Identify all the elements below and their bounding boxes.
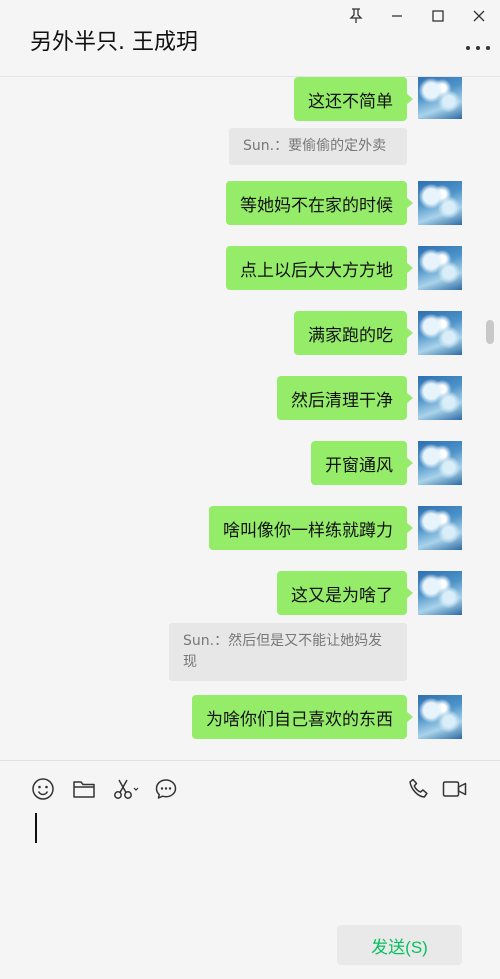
pin-icon[interactable]: [345, 5, 367, 27]
message-list[interactable]: 这还不简单 Sun.：要偷偷的定外卖 等她妈不在家的时候 点上以后大大方方地 满…: [0, 77, 500, 760]
avatar[interactable]: [418, 506, 462, 550]
message-bubble[interactable]: 这还不简单: [294, 77, 413, 121]
avatar[interactable]: [418, 77, 462, 119]
avatar[interactable]: [418, 246, 462, 290]
message-text: 啥叫像你一样练就蹲力: [223, 520, 393, 541]
composer: 发送(S): [0, 760, 500, 979]
quoted-message[interactable]: Sun.：要偷偷的定外卖: [229, 128, 407, 165]
chat-title: 另外半只. 王成玥: [30, 30, 198, 55]
message-bubble[interactable]: 等她妈不在家的时候: [226, 181, 413, 225]
emoji-icon[interactable]: [31, 777, 55, 801]
more-options-icon[interactable]: [466, 38, 490, 58]
message-bubble[interactable]: 然后清理干净: [277, 376, 413, 420]
text-caret: [35, 813, 37, 843]
send-button[interactable]: 发送(S): [337, 925, 462, 965]
voice-call-icon[interactable]: [407, 777, 431, 801]
message-text: 满家跑的吃: [308, 325, 393, 346]
avatar[interactable]: [418, 311, 462, 355]
message-text: 这又是为啥了: [291, 585, 393, 606]
avatar[interactable]: [418, 695, 462, 739]
message-bubble[interactable]: 啥叫像你一样练就蹲力: [209, 506, 413, 550]
message-bubble[interactable]: 这又是为啥了: [277, 571, 413, 615]
message-bubble[interactable]: 点上以后大大方方地: [226, 246, 413, 290]
message-bubble[interactable]: 满家跑的吃: [294, 311, 413, 355]
message-text: 这还不简单: [308, 91, 393, 112]
avatar[interactable]: [418, 376, 462, 420]
chat-header: 另外半只. 王成玥: [0, 0, 500, 77]
message-bubble[interactable]: 为啥你们自己喜欢的东西: [192, 695, 413, 739]
message-bubble[interactable]: 开窗通风: [311, 441, 413, 485]
chat-history-icon[interactable]: [154, 777, 178, 801]
quoted-message[interactable]: Sun.：然后但是又不能让她妈发现: [169, 623, 407, 681]
avatar[interactable]: [418, 441, 462, 485]
close-icon[interactable]: [468, 5, 490, 27]
avatar[interactable]: [418, 181, 462, 225]
minimize-icon[interactable]: [386, 5, 408, 27]
message-input[interactable]: [24, 809, 476, 919]
message-text: 然后清理干净: [291, 390, 393, 411]
message-text: 点上以后大大方方地: [240, 260, 393, 281]
video-call-icon[interactable]: [442, 777, 468, 801]
quoted-text: Sun.：然后但是又不能让她妈发现: [183, 633, 383, 670]
message-text: 为啥你们自己喜欢的东西: [206, 709, 393, 730]
message-text: 开窗通风: [325, 455, 393, 476]
scrollbar-thumb[interactable]: [486, 320, 494, 344]
quoted-text: Sun.：要偷偷的定外卖: [243, 138, 387, 154]
avatar[interactable]: [418, 571, 462, 615]
message-text: 等她妈不在家的时候: [240, 195, 393, 216]
screenshot-scissors-icon[interactable]: [112, 777, 140, 801]
folder-icon[interactable]: [72, 777, 96, 801]
maximize-icon[interactable]: [427, 5, 449, 27]
